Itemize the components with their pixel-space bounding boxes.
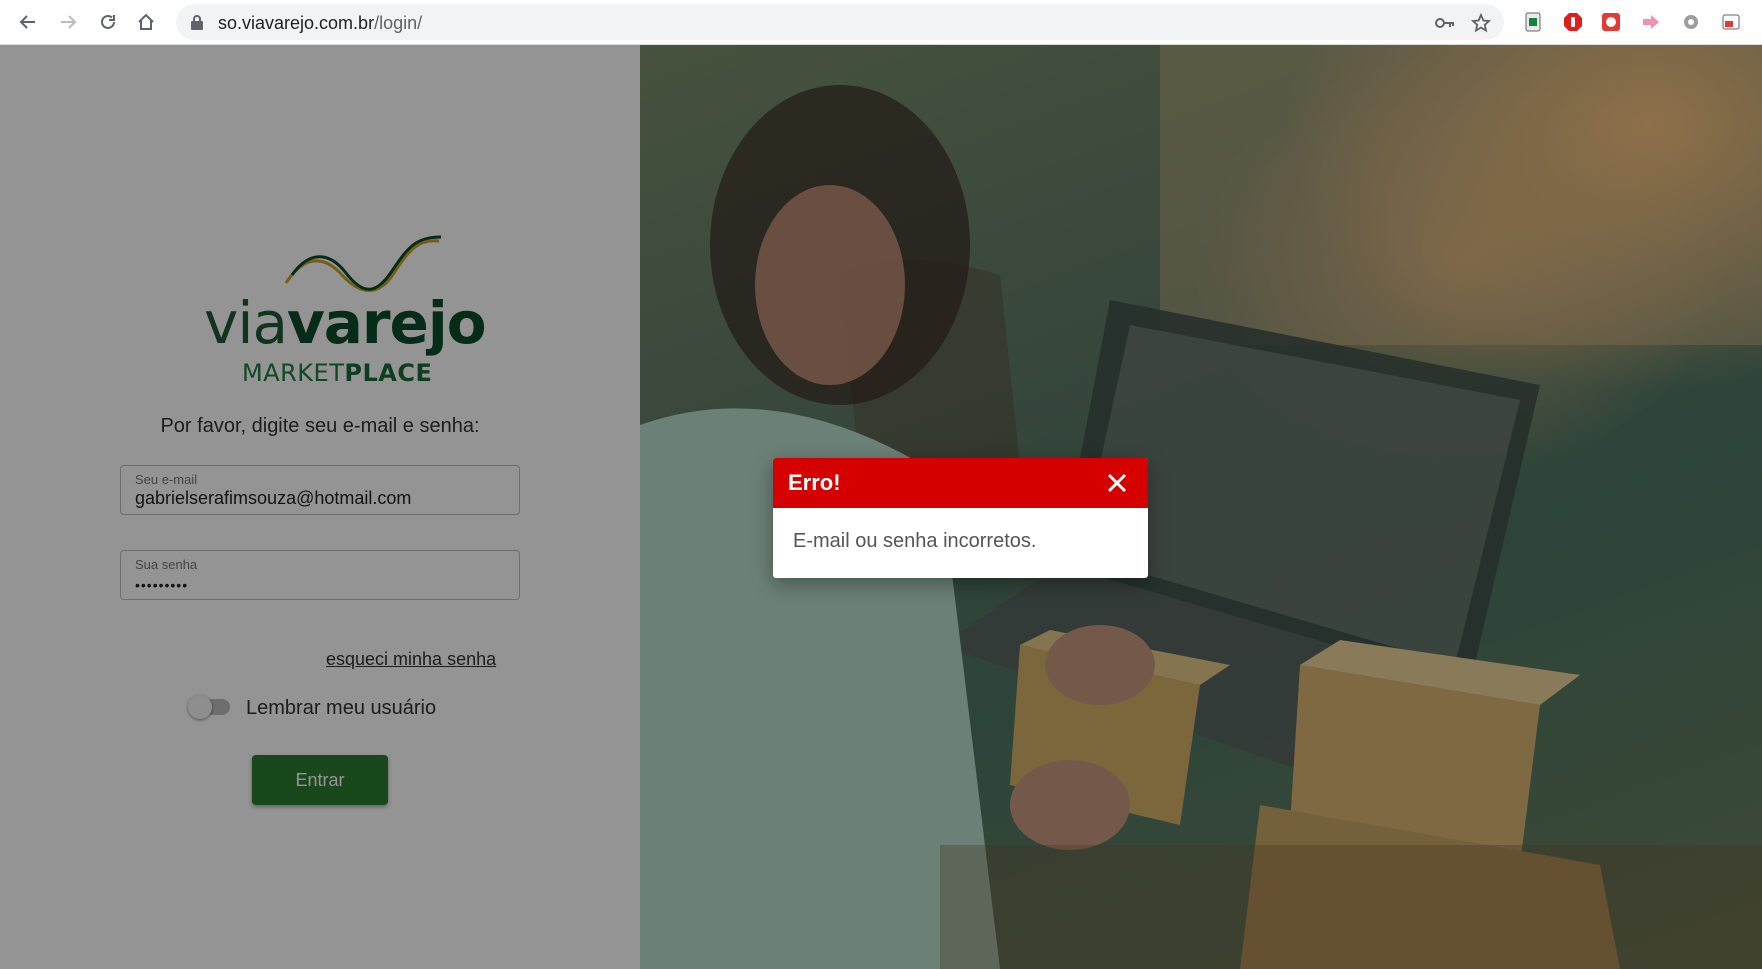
login-panel: viavarejo MARKETPLACE Por favor, digite … (0, 45, 640, 969)
email-field[interactable]: Seu e-mail gabrielserafimsouza@hotmail.c… (120, 465, 520, 515)
arrow-left-icon (19, 15, 35, 29)
lock-icon (191, 15, 203, 30)
login-prompt: Por favor, digite seu e-mail e senha: (160, 415, 480, 437)
error-dialog: Erro! E-mail ou senha incorretos. (773, 458, 1148, 578)
email-value[interactable]: gabrielserafimsouza@hotmail.com (135, 488, 411, 509)
remember-toggle[interactable] (188, 695, 230, 719)
reload-button[interactable] (92, 6, 124, 38)
star-icon[interactable] (1470, 12, 1492, 34)
toggle-knob (188, 695, 212, 719)
password-label: Sua senha (135, 557, 198, 572)
forgot-password-link[interactable]: esqueci minha senha (326, 649, 496, 670)
home-icon (138, 13, 154, 30)
extension-window-icon[interactable] (1720, 11, 1742, 33)
viavarejo-logo: viavarejo MARKETPLACE (200, 235, 487, 395)
extension-red-icon[interactable] (1600, 11, 1622, 33)
password-value[interactable]: ••••••••• (135, 577, 188, 593)
extension-adblock-icon[interactable] (1562, 11, 1584, 33)
logo-wordmark: viavarejo (204, 289, 487, 357)
browser-toolbar: so.viavarejo.com.br/login/ (0, 0, 1762, 45)
close-icon[interactable] (1106, 472, 1128, 494)
extension-gear-icon[interactable] (1680, 11, 1702, 33)
forward-button[interactable] (52, 6, 84, 38)
arrow-right-icon (61, 15, 77, 29)
reload-icon (101, 14, 115, 29)
login-button[interactable]: Entrar (252, 755, 388, 805)
dialog-message: E-mail ou senha incorretos. (793, 530, 1037, 552)
email-label: Seu e-mail (135, 472, 198, 487)
extension-arrow-icon[interactable] (1640, 11, 1662, 33)
extension-sheets-icon[interactable] (1522, 11, 1544, 33)
url-text: so.viavarejo.com.br/login/ (218, 13, 423, 33)
dialog-header: Erro! (773, 458, 1148, 508)
remember-label: Lembrar meu usuário (246, 697, 437, 719)
login-page: viavarejo MARKETPLACE Por favor, digite … (0, 45, 1762, 969)
home-button[interactable] (130, 6, 162, 38)
key-icon[interactable] (1434, 12, 1456, 34)
logo-subtitle: MARKETPLACE (242, 359, 433, 387)
dialog-title: Erro! (788, 470, 841, 495)
back-button[interactable] (12, 6, 44, 38)
password-field[interactable]: Sua senha ••••••••• (120, 550, 520, 600)
address-bar[interactable]: so.viavarejo.com.br/login/ (176, 4, 1504, 40)
